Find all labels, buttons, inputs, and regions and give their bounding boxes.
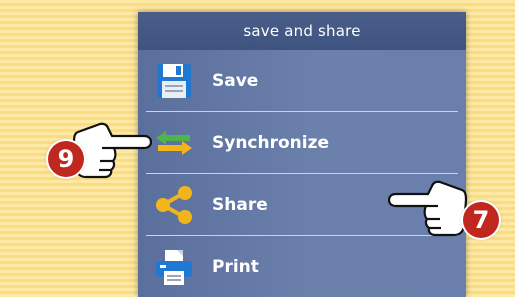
pointing-hand-right-icon bbox=[72, 118, 153, 184]
menu-item-label: Save bbox=[212, 70, 259, 91]
panel-title: save and share bbox=[138, 12, 466, 50]
save-and-share-panel: save and share Save Synchronize Share Pr… bbox=[138, 12, 466, 297]
menu-item-label: Print bbox=[212, 256, 259, 277]
menu-item-label: Share bbox=[212, 194, 268, 215]
sync-arrows-icon bbox=[152, 121, 196, 165]
floppy-disk-icon bbox=[152, 59, 196, 103]
menu-item-synchronize[interactable]: Synchronize bbox=[146, 112, 458, 174]
menu-item-save[interactable]: Save bbox=[146, 50, 458, 112]
share-nodes-icon bbox=[152, 183, 196, 227]
menu-item-label: Synchronize bbox=[212, 132, 330, 153]
callout-badge-7: 7 bbox=[463, 202, 499, 238]
printer-icon bbox=[152, 245, 196, 289]
callout-badge-9: 9 bbox=[48, 141, 84, 177]
menu-item-print[interactable]: Print bbox=[146, 236, 458, 297]
pointing-hand-left-icon bbox=[387, 176, 468, 242]
